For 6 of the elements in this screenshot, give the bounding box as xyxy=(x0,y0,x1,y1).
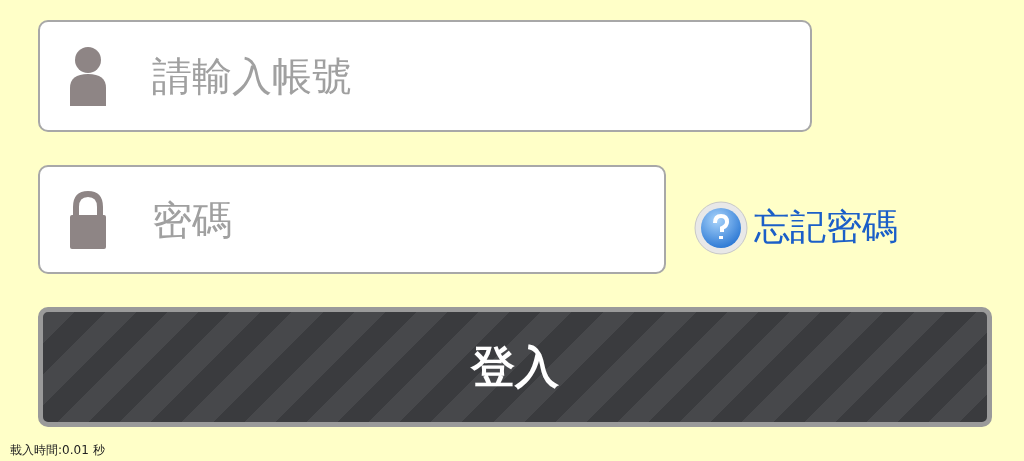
load-time-text: 載入時間:0.01 秒 xyxy=(10,442,105,459)
login-button[interactable]: 登入 xyxy=(38,307,992,427)
forgot-password-link[interactable]: 忘記密碼 xyxy=(694,200,898,255)
password-field[interactable]: 密碼 xyxy=(38,165,666,274)
help-icon xyxy=(694,200,748,255)
username-field[interactable]: 請輸入帳號 xyxy=(38,20,812,132)
